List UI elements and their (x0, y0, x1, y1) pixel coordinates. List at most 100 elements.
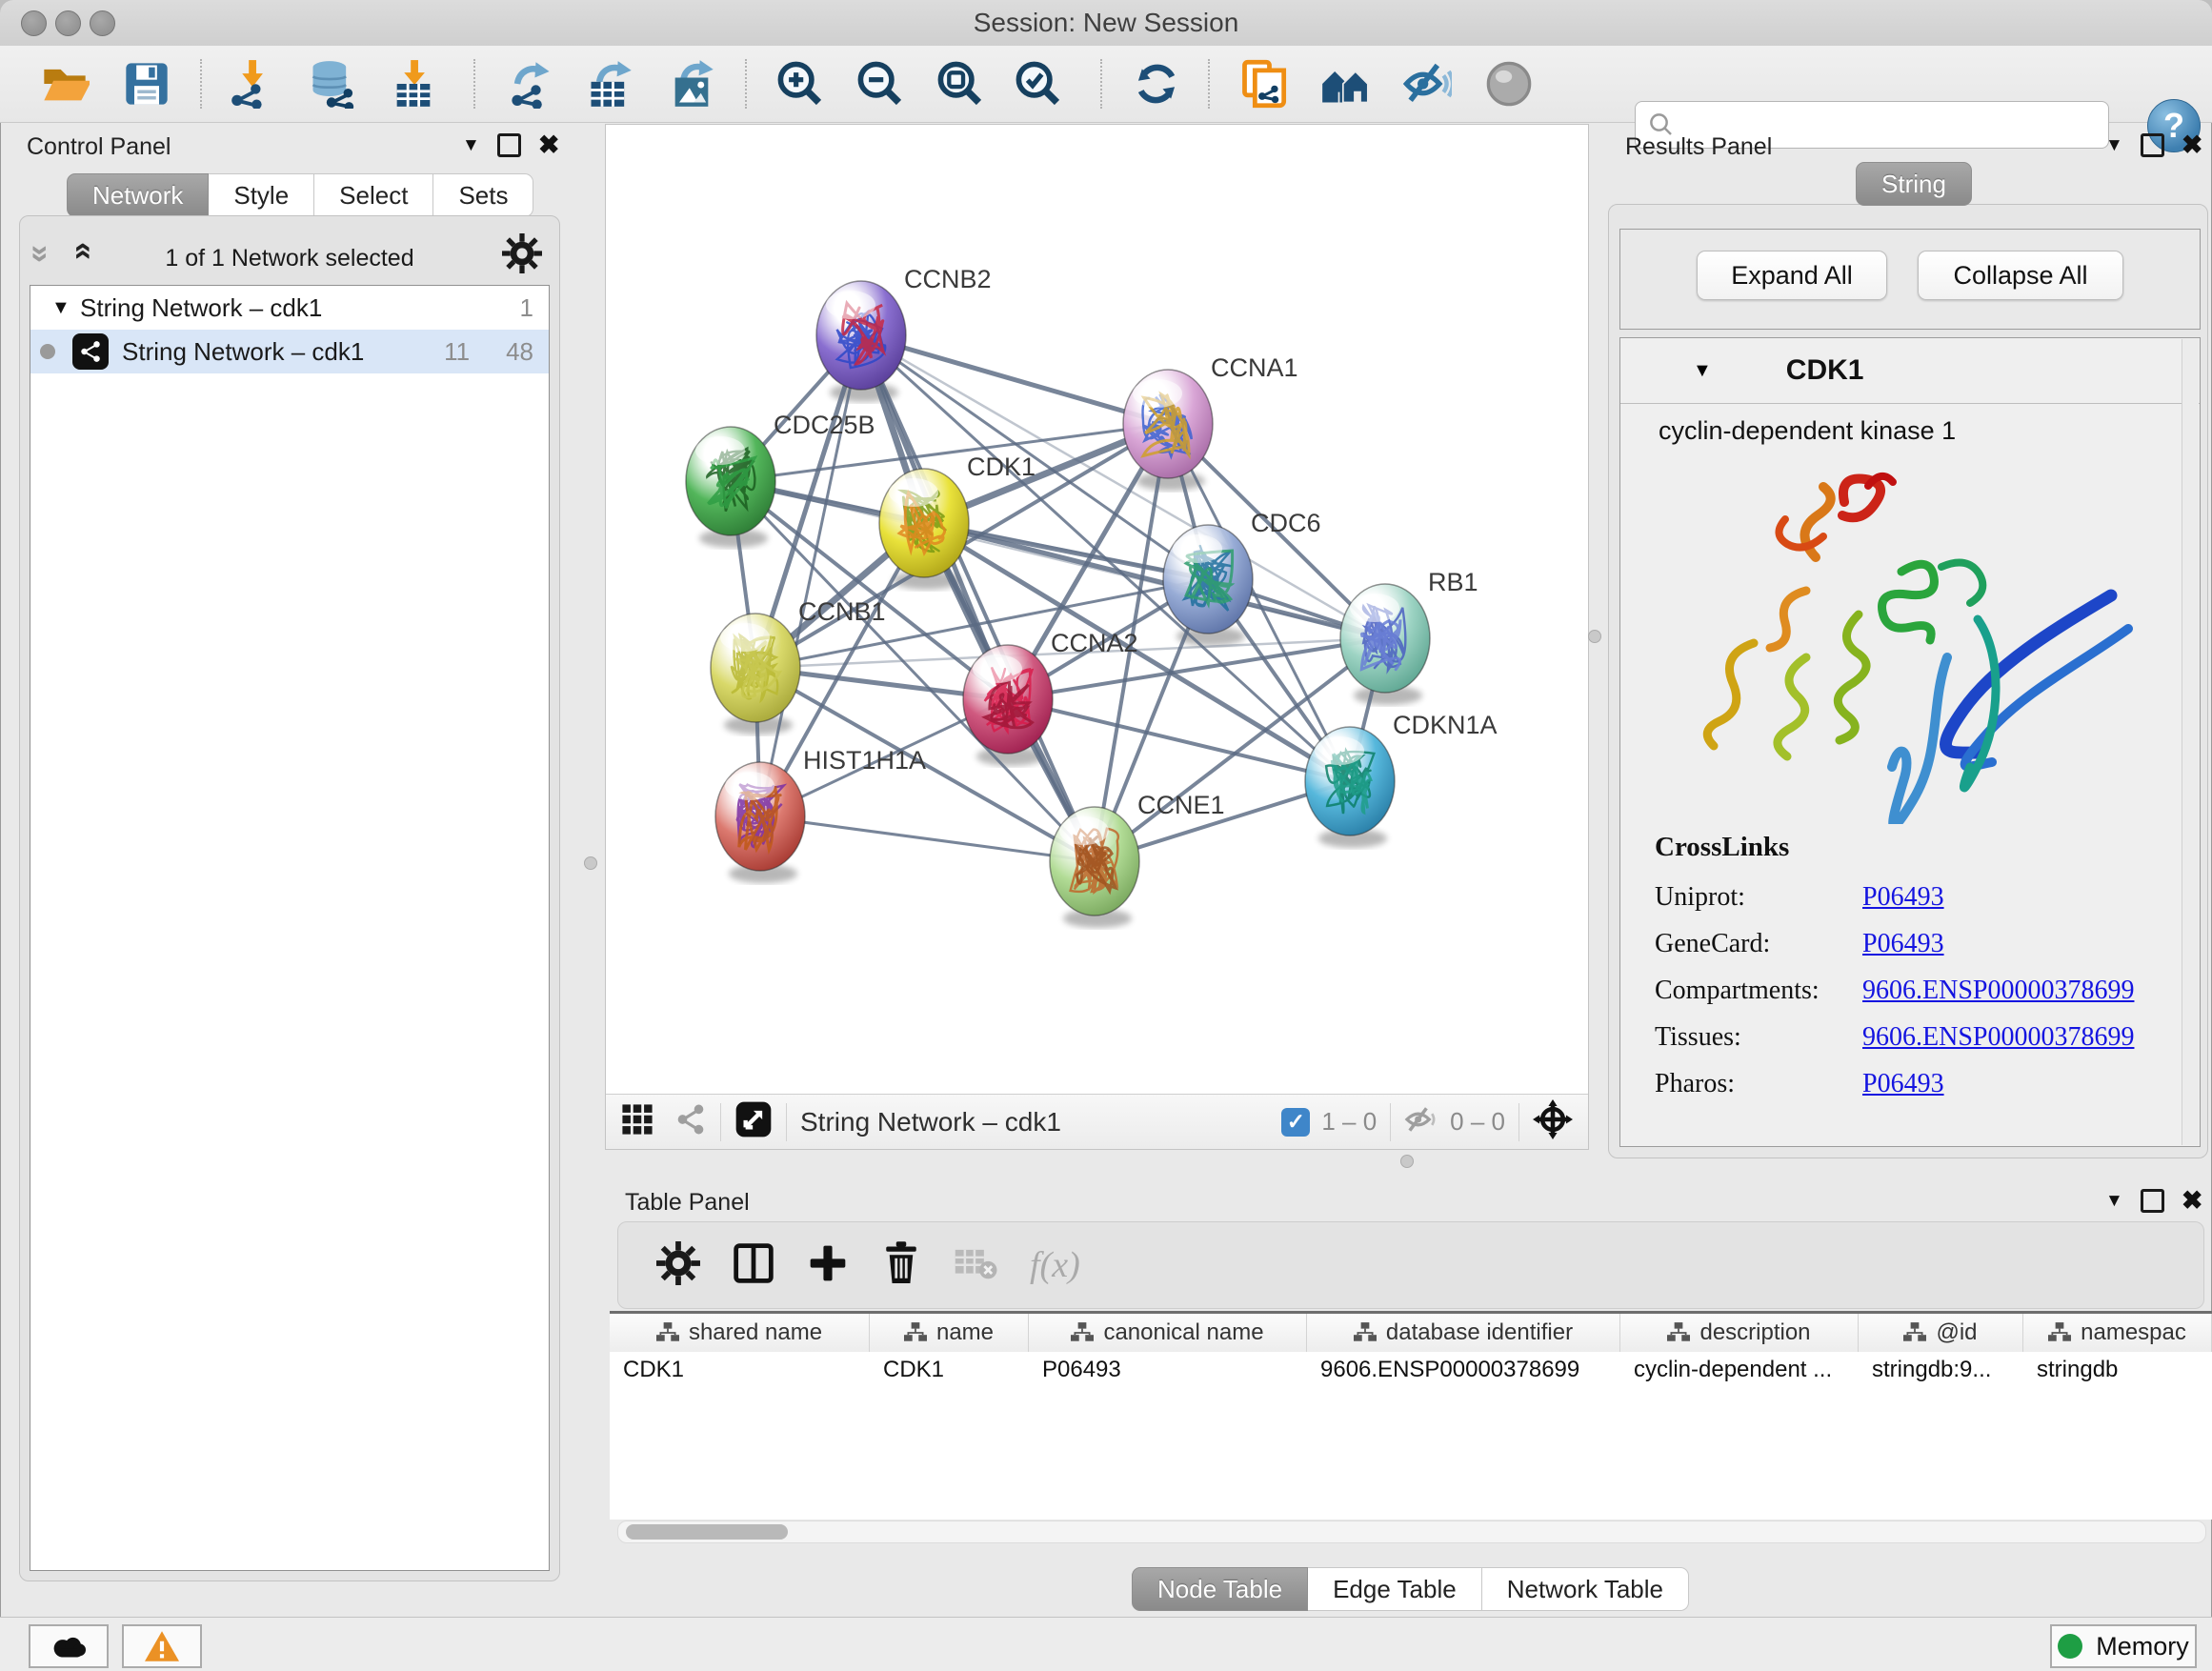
tab-network-table[interactable]: Network Table (1482, 1567, 1689, 1611)
tab-network[interactable]: Network (67, 173, 209, 217)
float-panel-icon[interactable] (497, 133, 521, 157)
memory-status-button[interactable]: Memory (2050, 1624, 2197, 1668)
hide-selected-button[interactable] (1400, 57, 1454, 111)
zoom-fit-button[interactable] (934, 57, 987, 111)
splitter-handle[interactable] (584, 856, 597, 870)
pan-mode-icon[interactable] (1533, 1099, 1573, 1144)
tab-select[interactable]: Select (314, 173, 433, 217)
tab-edge-table[interactable]: Edge Table (1308, 1567, 1482, 1611)
collapse-entry-icon[interactable]: ▼ (1693, 360, 1712, 382)
birdseye-view-toggle[interactable] (734, 1100, 773, 1143)
table-cell[interactable]: CDK1 (870, 1352, 1029, 1388)
collapse-all-button[interactable]: Collapse All (1918, 251, 2123, 300)
zoom-out-button[interactable] (854, 57, 907, 111)
close-panel-icon[interactable]: ✖ (538, 136, 560, 154)
crosslink-link[interactable]: 9606.ENSP00000378699 (1862, 976, 2134, 1006)
gear-icon[interactable] (502, 233, 542, 278)
node-CCNB2[interactable] (816, 281, 906, 390)
edge-CCNB2-CCNE1[interactable] (861, 335, 1095, 861)
warning-status-button[interactable] (122, 1624, 202, 1668)
cdk1-header[interactable]: ▼ CDK1 (1620, 338, 2200, 404)
node-CDC6[interactable] (1163, 525, 1253, 634)
column-icon (1071, 1322, 1094, 1343)
node-CDC25B[interactable] (686, 427, 775, 535)
tab-style[interactable]: Style (209, 173, 314, 217)
import-network-from-file-button[interactable] (225, 57, 278, 111)
node-CDKN1A[interactable] (1305, 727, 1395, 836)
table-cell[interactable]: P06493 (1029, 1352, 1307, 1388)
column-header-name[interactable]: name (870, 1314, 1029, 1352)
node-CCNE1[interactable] (1050, 807, 1139, 916)
table-cell[interactable]: 9606.ENSP00000378699 (1307, 1352, 1620, 1388)
edge-CCNB2-CCNA1[interactable] (861, 335, 1168, 424)
node-RB1[interactable] (1340, 584, 1430, 693)
tree-expander-icon[interactable]: ▼ (51, 297, 80, 319)
create-column-icon[interactable] (807, 1242, 849, 1289)
node-label-HIST1H1A: HIST1H1A (803, 746, 926, 775)
export-table-button[interactable] (583, 57, 636, 111)
save-session-button[interactable] (120, 57, 173, 111)
close-panel-icon[interactable]: ✖ (2182, 1192, 2203, 1210)
table-cell[interactable]: cyclin-dependent ... (1620, 1352, 1859, 1388)
network-row[interactable]: String Network – cdk1 11 48 (30, 330, 549, 373)
node-CCNA1[interactable] (1123, 370, 1213, 478)
hscrollbar-thumb[interactable] (626, 1524, 788, 1540)
float-panel-icon[interactable] (2141, 1189, 2164, 1213)
crosslink-link[interactable]: P06493 (1862, 929, 1944, 959)
tab-string[interactable]: String (1856, 162, 1972, 206)
tab-node-table[interactable]: Node Table (1132, 1567, 1308, 1611)
crosslink-link[interactable]: P06493 (1862, 1069, 1944, 1099)
panel-menu-icon[interactable]: ▼ (2105, 1191, 2123, 1212)
import-network-from-database-button[interactable] (305, 57, 358, 111)
table-cell[interactable]: stringdb (2023, 1352, 2212, 1388)
selected-checkbox[interactable]: ✓ (1281, 1108, 1310, 1137)
panel-menu-icon[interactable]: ▼ (462, 135, 480, 156)
column-header-@id[interactable]: @id (1859, 1314, 2023, 1352)
results-scrollbar[interactable] (2182, 339, 2199, 1145)
edge-HIST1H1A-CCNE1[interactable] (760, 816, 1095, 861)
network-list-icon[interactable] (674, 1103, 707, 1140)
float-panel-icon[interactable] (2141, 133, 2164, 157)
network-canvas[interactable]: CCNB2CCNA1CDC25BCDK1CDC6RB1CCNB1CCNA2CDK… (606, 125, 1588, 1095)
column-header-shared-name[interactable]: shared name (610, 1314, 870, 1352)
export-image-button[interactable] (665, 57, 718, 111)
grid-view-icon[interactable] (621, 1103, 654, 1140)
splitter-handle[interactable] (1400, 1155, 1414, 1168)
edge-CCNA2-CDKN1A[interactable] (1008, 699, 1350, 781)
crosslink-link[interactable]: 9606.ENSP00000378699 (1862, 1022, 2134, 1053)
open-session-button[interactable] (38, 57, 91, 111)
node-CCNA2[interactable] (963, 645, 1053, 754)
first-neighbors-button[interactable] (1318, 57, 1372, 111)
column-header-namespac[interactable]: namespac (2023, 1314, 2212, 1352)
clone-network-button[interactable] (1237, 57, 1290, 111)
node-CDK1[interactable] (879, 469, 969, 577)
table-row[interactable]: CDK1CDK1P064939606.ENSP00000378699cyclin… (610, 1352, 2212, 1388)
panel-menu-icon[interactable]: ▼ (2105, 135, 2123, 156)
show-columns-icon[interactable] (733, 1241, 774, 1290)
zoom-selected-button[interactable] (1012, 57, 1065, 111)
edge-CCNB2-HIST1H1A[interactable] (760, 335, 861, 816)
network-collection-row[interactable]: ▼ String Network – cdk1 1 (30, 286, 549, 330)
splitter-handle[interactable] (1588, 630, 1601, 643)
refresh-button[interactable] (1130, 57, 1183, 111)
cloud-status-button[interactable] (29, 1624, 109, 1668)
import-table-from-file-button[interactable] (387, 57, 440, 111)
column-header-canonical-name[interactable]: canonical name (1029, 1314, 1307, 1352)
expand-all-button[interactable]: Expand All (1697, 251, 1887, 300)
zoom-in-button[interactable] (774, 57, 827, 111)
node-CCNB1[interactable] (711, 614, 800, 722)
table-hscrollbar[interactable] (617, 1520, 2206, 1543)
cdk1-result-box: ▼ CDK1 cyclin-dependent kinase 1 (1619, 337, 2201, 1147)
table-settings-gear-icon[interactable] (656, 1241, 700, 1290)
delete-column-trash-icon[interactable] (881, 1241, 921, 1290)
close-panel-icon[interactable]: ✖ (2182, 136, 2203, 154)
show-graphics-details-button[interactable] (1482, 57, 1536, 111)
tab-sets[interactable]: Sets (433, 173, 533, 217)
node-HIST1H1A[interactable] (715, 762, 805, 871)
crosslink-link[interactable]: P06493 (1862, 882, 1944, 913)
table-cell[interactable]: stringdb:9... (1859, 1352, 2023, 1388)
column-header-database-identifier[interactable]: database identifier (1307, 1314, 1620, 1352)
column-header-description[interactable]: description (1620, 1314, 1859, 1352)
export-network-button[interactable] (503, 57, 556, 111)
table-cell[interactable]: CDK1 (610, 1352, 870, 1388)
